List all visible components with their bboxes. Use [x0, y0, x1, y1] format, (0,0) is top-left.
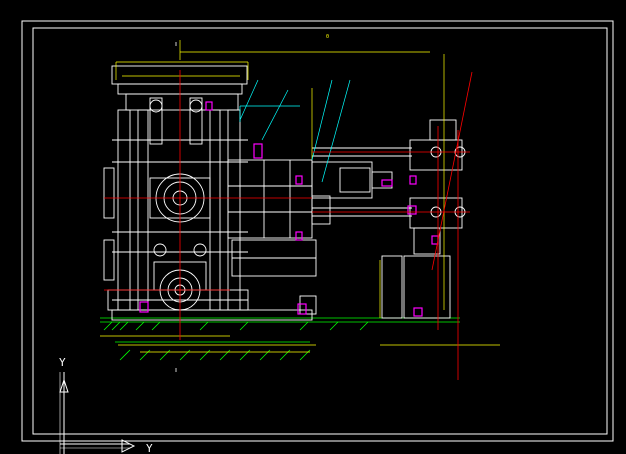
ucs-icon: Y Y — [59, 356, 153, 454]
top-mark: 0 — [326, 34, 329, 40]
outer-frame — [21, 20, 614, 442]
ucs-x-label: Y — [146, 442, 153, 454]
highlight-details — [139, 101, 439, 317]
centerlines — [104, 70, 473, 380]
cad-model-viewport[interactable]: 0 Y Y — [0, 0, 626, 454]
ucs-y-label: Y — [59, 356, 66, 369]
drawing-canvas[interactable]: 0 Y Y — [0, 0, 626, 454]
drive-shafts — [311, 147, 412, 225]
gear-housing — [227, 159, 317, 277]
leader-lines — [239, 79, 351, 183]
ground-hatch — [100, 317, 460, 361]
coupling-assembly — [381, 119, 466, 319]
rolling-stand — [103, 65, 317, 321]
inner-frame — [32, 27, 608, 435]
